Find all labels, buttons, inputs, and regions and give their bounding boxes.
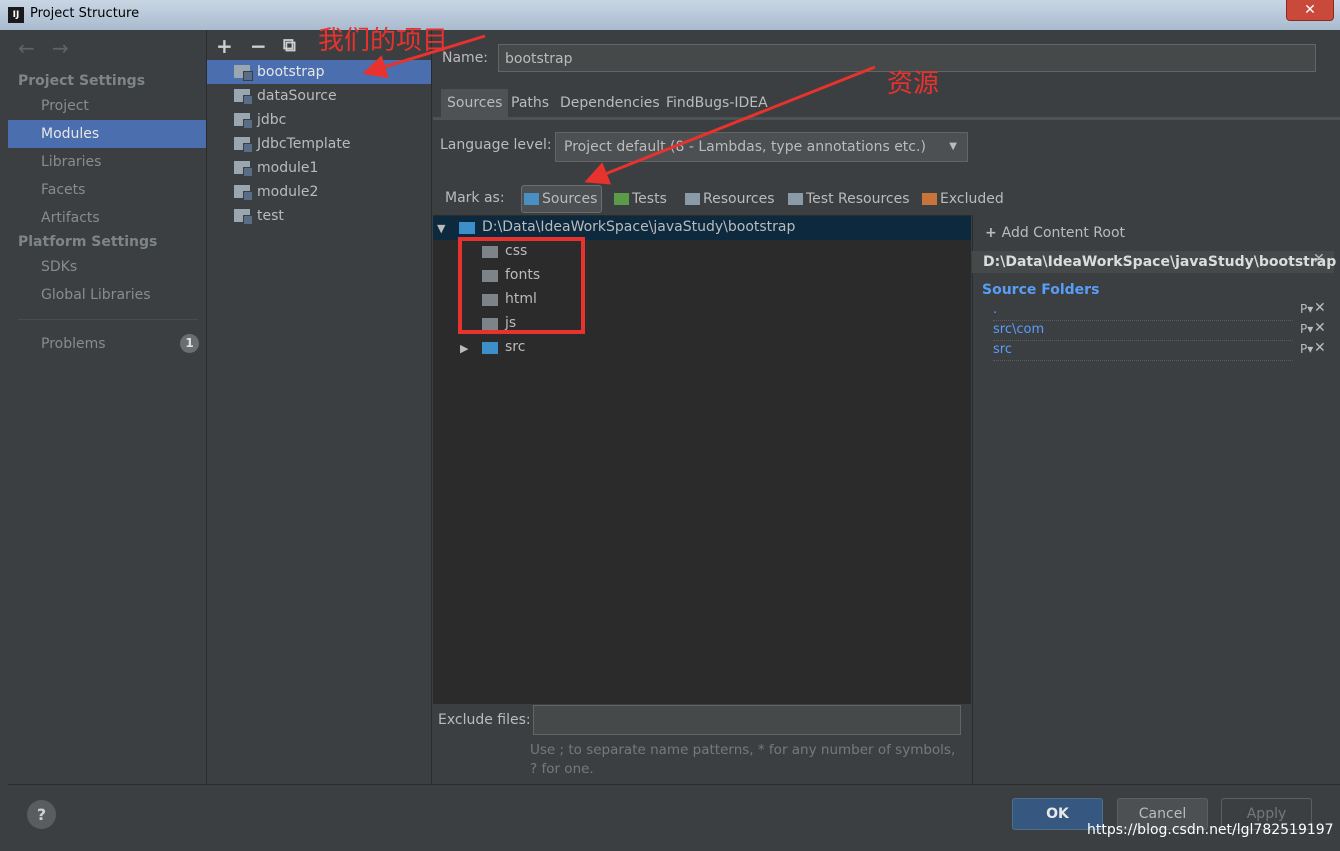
annotation-arrows bbox=[362, 34, 876, 185]
annotation-arrow-resource bbox=[584, 65, 876, 185]
annotation-arrow-project bbox=[362, 34, 486, 79]
watermark-text: https://blog.csdn.net/lgl782519197 bbox=[1087, 822, 1334, 838]
